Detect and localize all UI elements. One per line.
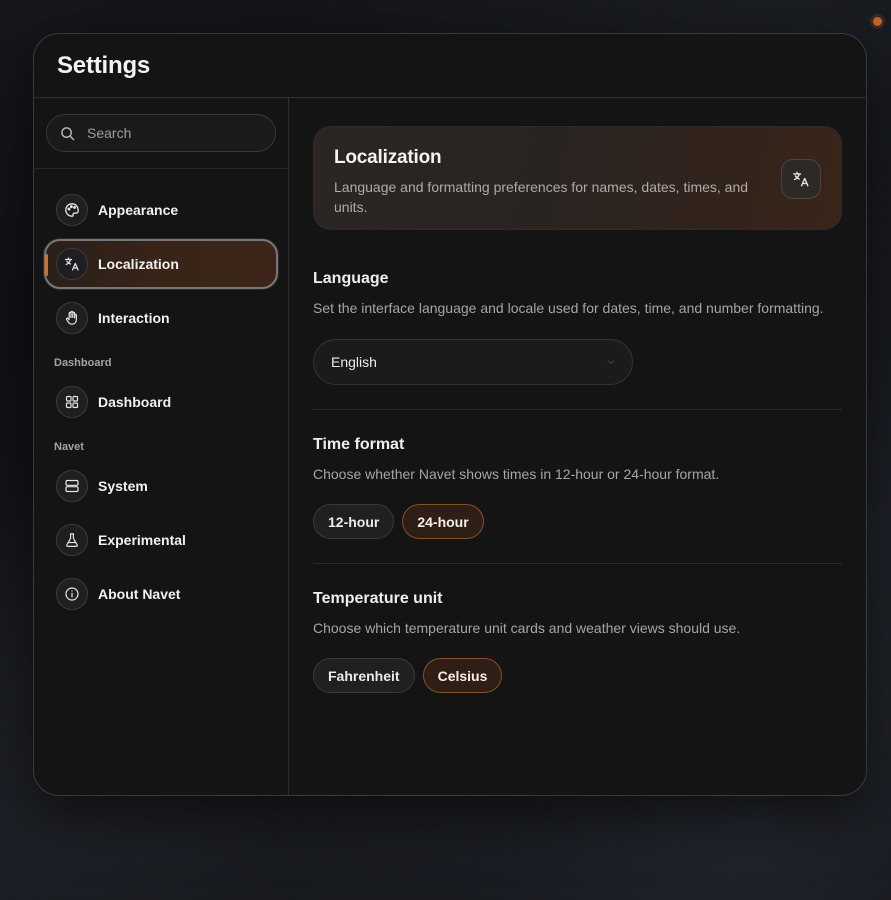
window-title: Settings [57,51,151,79]
sidebar-item-label: Experimental [98,532,186,548]
titlebar: Settings [34,34,866,98]
temperature-celsius-button[interactable]: Celsius [422,658,503,693]
search-input[interactable] [87,125,267,141]
info-icon [56,578,88,610]
time-format-24-hour-button[interactable]: 24-hour [402,504,484,539]
sidebar-item-localization[interactable]: Localization [44,239,278,289]
sidebar-item-label: Localization [98,256,179,272]
section-description: Set the interface language and locale us… [313,300,824,316]
hand-icon [56,302,88,334]
sidebar-item-dashboard[interactable]: Dashboard [44,377,278,427]
translate-icon [781,159,821,199]
settings-window: Settings Appearance [33,33,867,796]
sidebar-item-about[interactable]: About Navet [44,569,278,619]
search-icon [61,126,75,140]
section-header-card: Localization Language and formatting pre… [313,126,842,230]
sidebar-item-label: About Navet [98,586,181,602]
section-title: Time format [313,436,405,453]
language-select[interactable]: English [313,339,633,385]
sidebar-item-appearance[interactable]: Appearance [44,185,278,235]
section-title: Temperature unit [313,590,443,607]
sidebar-item-label: Interaction [98,310,170,326]
sidebar: Appearance Localization Interaction Dash… [34,98,289,795]
time-format-12-hour-button[interactable]: 12-hour [313,504,395,539]
time-format-section: Time format Choose whether Navet shows t… [313,436,842,564]
sidebar-item-experimental[interactable]: Experimental [44,515,278,565]
language-select-value: English [331,354,377,370]
section-description: Choose whether Navet shows times in 12-h… [313,466,720,482]
sidebar-item-label: Dashboard [98,394,172,410]
search-box[interactable] [46,114,276,152]
content-pane: Localization Language and formatting pre… [289,98,866,795]
palette-icon [56,194,88,226]
language-section: Language Set the interface language and … [313,270,842,410]
chevron-down-icon [607,360,615,365]
section-description: Choose which temperature unit cards and … [313,620,741,636]
flask-icon [56,524,88,556]
temperature-unit-section: Temperature unit Choose which temperatur… [313,590,842,717]
grid-icon [56,386,88,418]
translate-icon [56,248,88,280]
status-dot [873,17,882,26]
temperature-fahrenheit-button[interactable]: Fahrenheit [313,658,415,693]
sidebar-nav: Appearance Localization Interaction Dash… [34,169,288,619]
time-format-options: 12-hour 24-hour [313,504,842,539]
page-description: Language and formatting preferences for … [334,179,749,215]
sidebar-item-label: System [98,478,148,494]
page-title: Localization [334,147,442,168]
sidebar-group-heading: Navet [54,441,84,453]
server-icon [56,470,88,502]
sidebar-item-system[interactable]: System [44,461,278,511]
sidebar-group-heading: Dashboard [54,357,112,369]
sidebar-item-label: Appearance [98,202,179,218]
sidebar-item-interaction[interactable]: Interaction [44,293,278,343]
section-title: Language [313,270,389,287]
temperature-unit-options: Fahrenheit Celsius [313,658,842,693]
